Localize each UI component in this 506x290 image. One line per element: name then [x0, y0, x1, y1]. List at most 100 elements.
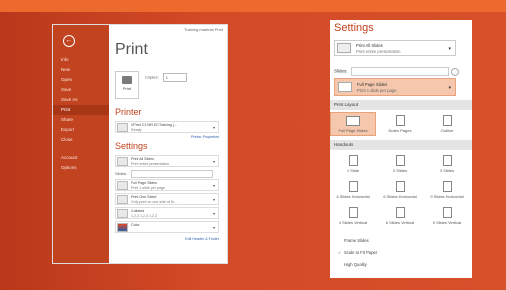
- dropdown-arrow-icon: ▾: [212, 183, 215, 188]
- nav-item-close[interactable]: Close: [53, 135, 109, 145]
- dropdown-arrow-icon: ▾: [212, 197, 215, 202]
- page-icon: [442, 181, 452, 192]
- sides-dropdown[interactable]: Print One Sided Only print on one side o…: [115, 193, 219, 205]
- handout-option-label: 6 Slides Horizontal: [383, 194, 417, 199]
- handout-option-label: 4 Slides Horizontal: [336, 194, 370, 199]
- handout-option-label: 4 Slides Vertical: [338, 220, 368, 225]
- window-title: Training material Print: [184, 27, 223, 32]
- page-title: Print: [115, 41, 148, 58]
- layout-dropdown[interactable]: Full Page Slides Print 1 slide per page …: [334, 78, 456, 96]
- nav-item-print[interactable]: Print: [53, 105, 109, 115]
- layout-option-label: Outline: [440, 128, 454, 133]
- settings-heading: Settings: [115, 141, 148, 151]
- full-page-icon: [338, 82, 352, 92]
- handout-option-label: 9 Slides Vertical: [432, 220, 462, 225]
- handout-option-label: 1 Slide: [346, 168, 360, 173]
- layout-option-notes-pages[interactable]: Notes Pages: [377, 112, 423, 136]
- copies-input[interactable]: 1: [162, 73, 187, 82]
- handout-option-9-slides-horizontal[interactable]: 9 Slides Horizontal: [424, 178, 470, 202]
- nav-item-save-as[interactable]: Save As: [53, 95, 109, 105]
- page-icon: [442, 155, 452, 166]
- dropdown-arrow-icon: ▾: [212, 159, 215, 164]
- layout-option-outline[interactable]: Outline: [424, 112, 470, 136]
- collated-dropdown[interactable]: Collated 1,2,3 1,2,3 1,2,3 ▾: [115, 207, 219, 219]
- print-all-dropdown[interactable]: Print All Slides Print entire presentati…: [334, 40, 456, 56]
- page-icon: [442, 207, 452, 218]
- print-button[interactable]: Print: [115, 71, 139, 99]
- page-icon: [395, 207, 405, 218]
- print-all-dropdown[interactable]: Print All Slides Print entire presentati…: [115, 155, 219, 167]
- print-layout-header: Print Layout: [330, 100, 472, 110]
- layout-option-label: Full Page Slides: [338, 128, 368, 133]
- nav-item-account[interactable]: Account: [53, 153, 109, 163]
- copies-label: Copies:: [145, 74, 159, 80]
- handout-option-4-slides-horizontal[interactable]: 4 Slides Horizontal: [330, 178, 376, 202]
- print-pane: Print Print Copies: 1 Printer VPrint C3 …: [115, 37, 223, 241]
- page-icon: [348, 181, 358, 192]
- page-icon: [395, 115, 405, 126]
- page-icon: [348, 207, 358, 218]
- page-icon: [348, 155, 358, 166]
- edit-header-footer-link[interactable]: Edit Header & Footer: [185, 237, 219, 241]
- slides-icon: [337, 43, 351, 53]
- full-page-icon: [117, 181, 128, 190]
- handout-option-label: 3 Slides: [439, 168, 455, 173]
- one-sided-icon: [117, 195, 128, 204]
- nav-item-options[interactable]: Options: [53, 163, 109, 173]
- top-accent-bar: [0, 0, 506, 12]
- dropdown-arrow-icon: ▾: [448, 46, 451, 52]
- color-dropdown[interactable]: Color ▾: [115, 221, 219, 233]
- layout-option-full-page-slides[interactable]: Full Page Slides: [330, 112, 376, 136]
- printer-dropdown[interactable]: VPrint C3 MR ECTraining (... Ready ▾: [115, 121, 219, 133]
- page-icon: [346, 116, 360, 126]
- layout-menu-screenshot: Settings Print All Slides Print entire p…: [330, 20, 472, 278]
- printer-heading: Printer: [115, 107, 142, 117]
- backstage-nav: ← Info New Open Save Save As Print Share Export…: [53, 25, 109, 263]
- backstage-print-screenshot: Training material Print ← Info New Open Sav…: [52, 24, 228, 264]
- handout-option-4-slides-vertical[interactable]: 4 Slides Vertical: [330, 204, 376, 228]
- printer-icon: [117, 123, 128, 132]
- handout-option-label: 6 Slides Vertical: [385, 220, 415, 225]
- handouts-header: Handouts: [330, 140, 472, 150]
- slides-field: Slides:: [115, 170, 214, 178]
- nav-item-new[interactable]: New: [53, 65, 109, 75]
- handout-option-2-slides[interactable]: 2 Slides: [377, 152, 423, 176]
- handout-option-6-slides-horizontal[interactable]: 6 Slides Horizontal: [377, 178, 423, 202]
- info-icon: [450, 67, 459, 76]
- copies-field: Copies: 1: [145, 73, 187, 82]
- slides-input[interactable]: [350, 67, 449, 76]
- printer-properties-link[interactable]: Printer Properties: [191, 135, 219, 139]
- settings-heading: Settings: [334, 22, 374, 34]
- back-arrow-icon[interactable]: ←: [63, 35, 75, 47]
- print-button-label: Print: [122, 86, 132, 91]
- layout-option-label: Notes Pages: [388, 128, 412, 133]
- handout-options: 1 Slide 2 Slides 3 Slides 4 Slides Horizont…: [330, 152, 472, 230]
- printer-icon: [122, 76, 132, 84]
- dropdown-arrow-icon: ▾: [212, 211, 215, 216]
- dropdown-arrow-icon: ▾: [212, 225, 215, 230]
- collated-icon: [117, 209, 128, 218]
- dropdown-arrow-icon: ▾: [448, 85, 451, 91]
- nav-item-export[interactable]: Export: [53, 125, 109, 135]
- nav-item-open[interactable]: Open: [53, 75, 109, 85]
- nav-item-save[interactable]: Save: [53, 85, 109, 95]
- frame-slides-option[interactable]: Frame Slides: [338, 238, 369, 243]
- page-icon: [395, 155, 405, 166]
- dropdown-arrow-icon: ▾: [212, 125, 215, 130]
- nav-item-info[interactable]: Info: [53, 55, 109, 65]
- layout-options: Full Page Slides Notes Pages Outline: [330, 112, 472, 138]
- handout-option-6-slides-vertical[interactable]: 6 Slides Vertical: [377, 204, 423, 228]
- high-quality-option[interactable]: High Quality: [338, 262, 367, 267]
- handout-option-1-slide[interactable]: 1 Slide: [330, 152, 376, 176]
- handout-option-9-slides-vertical[interactable]: 9 Slides Vertical: [424, 204, 470, 228]
- scale-to-fit-option[interactable]: ✓ Scale to Fit Paper: [338, 250, 377, 255]
- slides-field: Slides:: [334, 67, 459, 76]
- handout-option-label: 2 Slides: [392, 168, 408, 173]
- nav-item-share[interactable]: Share: [53, 115, 109, 125]
- layout-dropdown[interactable]: Full Page Slides Print 1 slide per page …: [115, 179, 219, 191]
- color-icon: [117, 223, 128, 232]
- handout-option-label: 9 Slides Horizontal: [430, 194, 464, 199]
- slides-input[interactable]: [131, 170, 214, 178]
- handout-option-3-slides[interactable]: 3 Slides: [424, 152, 470, 176]
- slides-icon: [117, 157, 128, 166]
